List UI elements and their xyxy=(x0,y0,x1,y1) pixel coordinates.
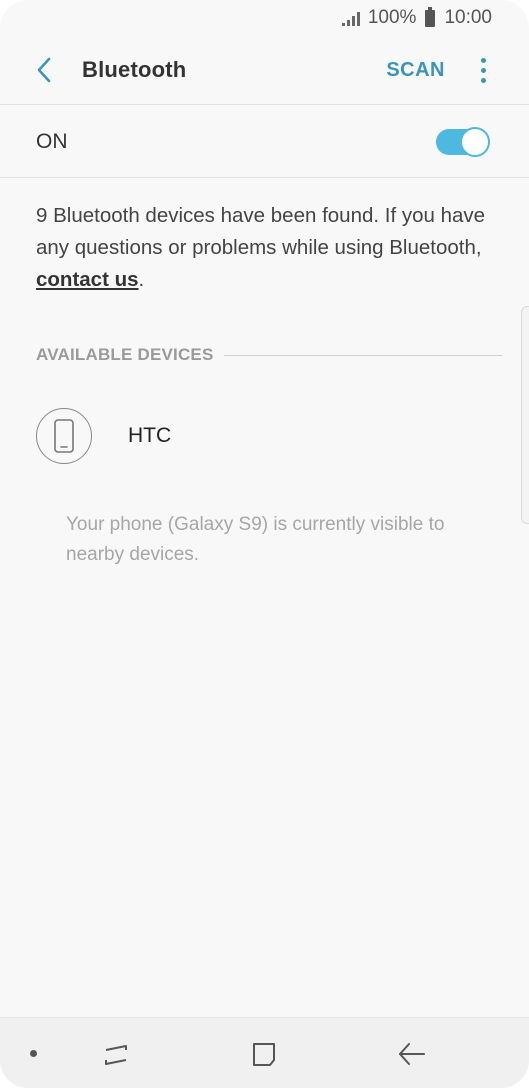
back-button[interactable] xyxy=(24,50,64,90)
visibility-note: Your phone (Galaxy S9) is currently visi… xyxy=(66,514,445,565)
smartphone-icon xyxy=(36,408,92,464)
device-row-htc[interactable]: HTC xyxy=(0,400,529,472)
home-icon xyxy=(253,1043,275,1066)
bluetooth-switch[interactable] xyxy=(436,126,490,157)
info-body: 9 Bluetooth devices have been found. If … xyxy=(36,204,486,259)
info-suffix: . xyxy=(138,268,145,291)
switch-thumb xyxy=(460,126,490,157)
scrollbar[interactable] xyxy=(521,306,529,524)
divider xyxy=(0,177,529,178)
scan-button[interactable]: SCAN xyxy=(386,59,445,82)
page-title: Bluetooth xyxy=(82,57,187,82)
available-devices-header: AVAILABLE DEVICES xyxy=(36,340,502,370)
signal-icon xyxy=(341,10,360,26)
recent-apps-button[interactable] xyxy=(100,1038,132,1070)
more-vert-icon-dot xyxy=(480,67,486,73)
toggle-label: ON xyxy=(36,129,68,153)
contact-us-link[interactable]: contact us xyxy=(36,268,139,291)
nav-dot-icon xyxy=(30,1050,37,1057)
chevron-left-icon xyxy=(37,57,51,83)
clock: 10:00 xyxy=(444,7,492,28)
section-divider xyxy=(223,354,502,356)
more-options-button[interactable] xyxy=(471,50,495,90)
back-icon xyxy=(399,1043,425,1065)
home-button[interactable] xyxy=(248,1038,280,1070)
bluetooth-toggle-row[interactable]: ON xyxy=(0,106,529,177)
more-vert-icon-dot xyxy=(480,77,486,83)
divider xyxy=(0,104,529,105)
app-bar: Bluetooth SCAN xyxy=(0,36,529,104)
battery-percentage: 100% xyxy=(367,7,417,28)
screen: 100% 10:00 Bluetooth SCAN ON 9 Bluetooth… xyxy=(0,0,529,1088)
back-nav-button[interactable] xyxy=(396,1038,428,1070)
recent-apps-icon xyxy=(105,1045,127,1065)
section-title: AVAILABLE DEVICES xyxy=(36,345,214,364)
info-text: 9 Bluetooth devices have been found. If … xyxy=(36,200,496,296)
device-name: HTC xyxy=(128,424,172,447)
status-bar: 100% 10:00 xyxy=(0,0,529,36)
navigation-bar xyxy=(0,1017,529,1088)
more-vert-icon xyxy=(480,57,486,63)
battery-icon xyxy=(425,6,436,27)
